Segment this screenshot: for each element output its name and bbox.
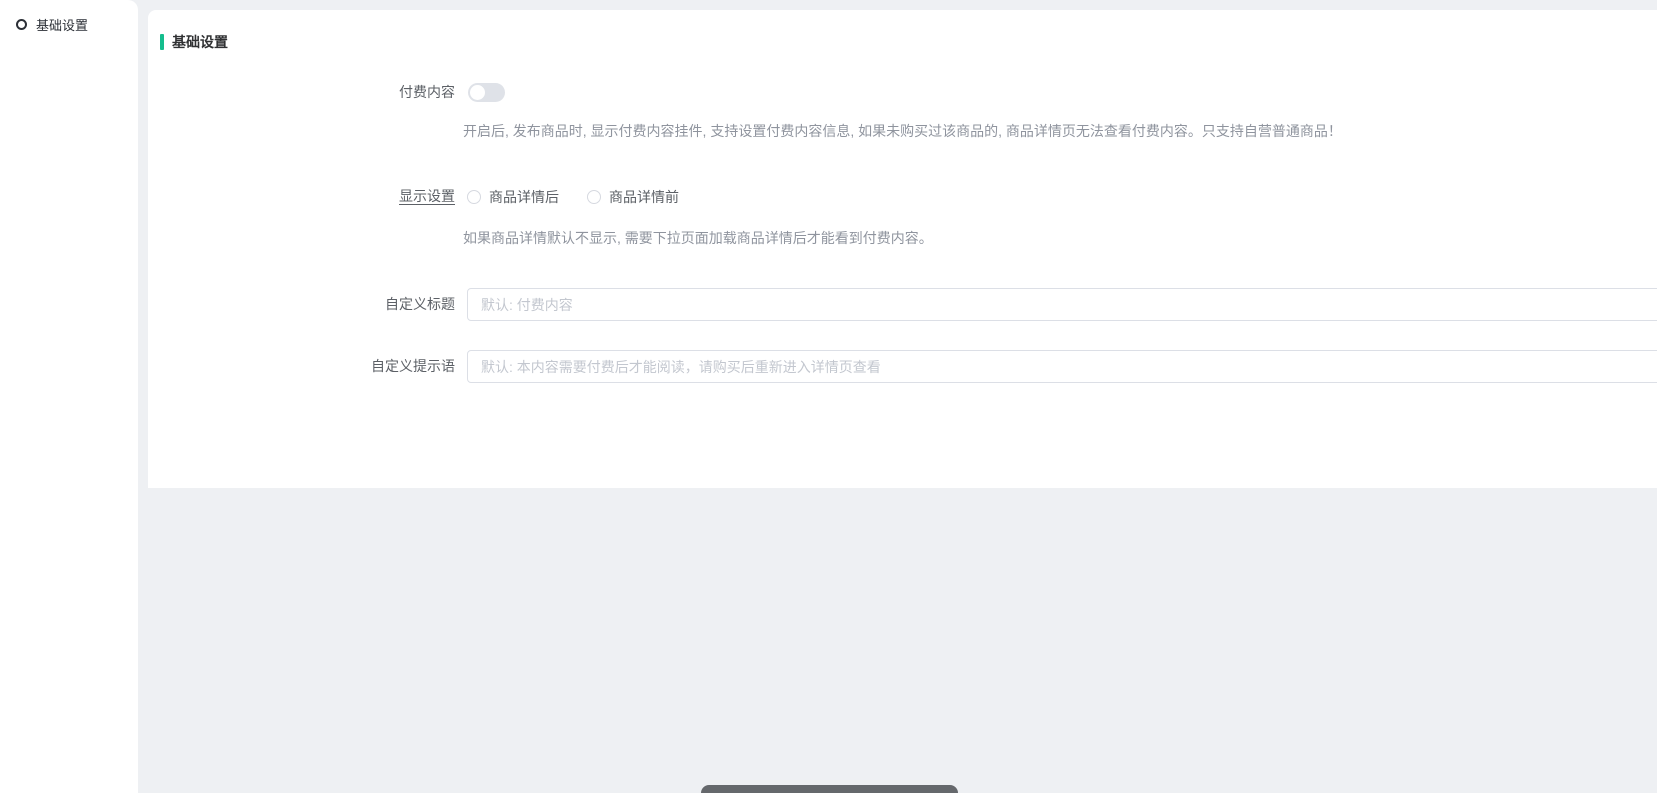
- radio-icon: [467, 190, 481, 204]
- section-title: 基础设置: [172, 32, 228, 52]
- paid-content-label: 付费内容: [148, 82, 455, 102]
- custom-title-input[interactable]: [467, 288, 1657, 321]
- custom-prompt-label: 自定义提示语: [148, 356, 455, 376]
- paid-content-help: 开启后, 发布商品时, 显示付费内容挂件, 支持设置付费内容信息, 如果未购买过…: [463, 121, 1342, 141]
- display-setting-label: 显示设置: [148, 186, 455, 206]
- display-setting-help: 如果商品详情默认不显示, 需要下拉页面加载商品详情后才能看到付费内容。: [463, 228, 933, 248]
- sidebar-item-label: 基础设置: [36, 15, 88, 34]
- radio-option-after-detail[interactable]: 商品详情后: [467, 187, 559, 207]
- custom-title-label: 自定义标题: [148, 294, 455, 314]
- circle-icon: [16, 19, 27, 30]
- save-bar-edge[interactable]: [701, 785, 958, 793]
- radio-option-before-detail[interactable]: 商品详情前: [587, 187, 679, 207]
- settings-sidebar: 基础设置: [0, 0, 138, 793]
- sidebar-item-basic-settings[interactable]: 基础设置: [0, 0, 138, 49]
- radio-icon: [587, 190, 601, 204]
- section-header: 基础设置: [160, 32, 228, 52]
- custom-prompt-input[interactable]: [467, 350, 1657, 383]
- accent-bar: [160, 34, 164, 50]
- basic-settings-panel: 基础设置 付费内容 开启后, 发布商品时, 显示付费内容挂件, 支持设置付费内容…: [148, 10, 1657, 488]
- toggle-knob: [470, 85, 485, 100]
- display-setting-radio-group: 商品详情后 商品详情前: [467, 187, 707, 207]
- paid-content-toggle[interactable]: [468, 83, 505, 102]
